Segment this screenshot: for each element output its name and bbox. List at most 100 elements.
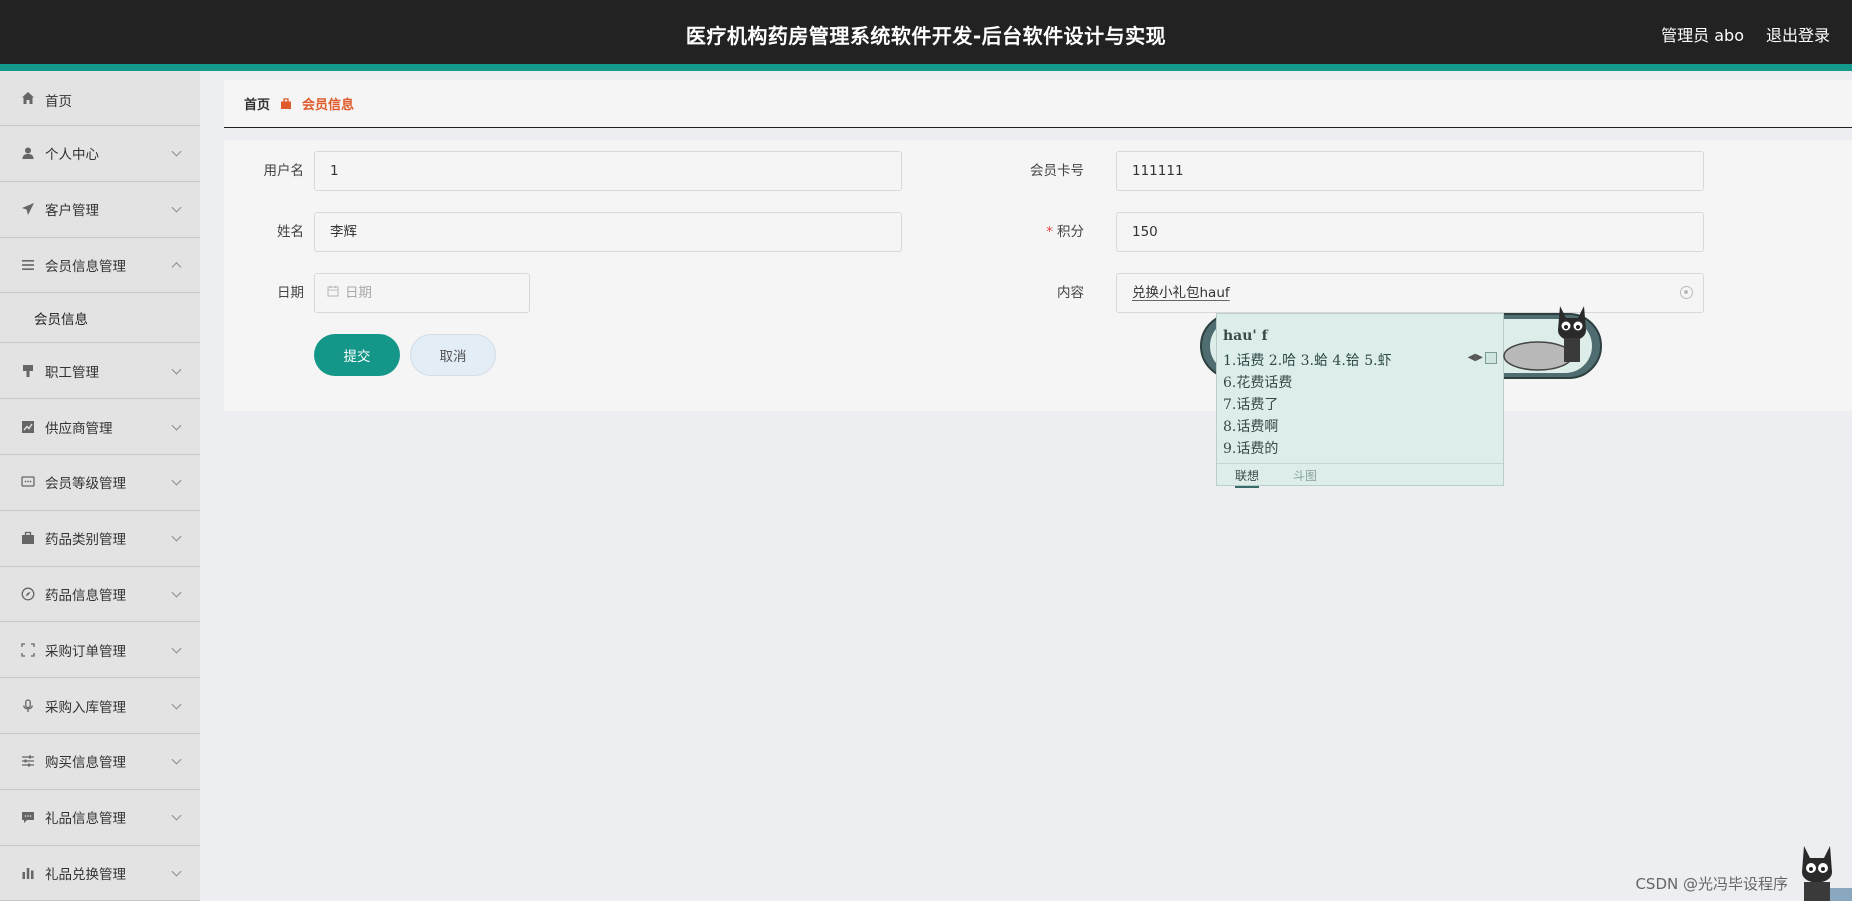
- breadcrumb-home[interactable]: 首页: [244, 94, 270, 113]
- message-icon: [20, 810, 35, 825]
- ime-tab-stickers[interactable]: 斗图: [1293, 467, 1317, 484]
- chevron-up-icon: [171, 262, 182, 273]
- breadcrumb: 首页 会员信息: [224, 80, 1852, 128]
- sidebar-item-gift-info[interactable]: 礼品信息管理: [0, 790, 200, 846]
- sidebar-item-label: 购买信息管理: [45, 755, 126, 772]
- sidebar-item-label: 客户管理: [45, 203, 99, 220]
- sidebar-item-supplier[interactable]: 供应商管理: [0, 399, 200, 455]
- ime-menu-icon[interactable]: [1485, 352, 1497, 364]
- app-title: 医疗机构药房管理系统软件开发-后台软件设计与实现: [685, 24, 1167, 48]
- chevron-down-icon: [171, 866, 182, 877]
- date-label: 日期: [277, 285, 304, 301]
- sidebar-item-label: 首页: [45, 94, 72, 110]
- chevron-down-icon: [171, 420, 182, 431]
- card-no-label: 会员卡号: [1030, 163, 1084, 179]
- chevron-down-icon: [171, 587, 182, 598]
- sidebar-item-label: 礼品信息管理: [45, 811, 126, 828]
- name-input[interactable]: 李辉: [314, 212, 902, 252]
- watermark: CSDN @光冯毕设程序: [1635, 875, 1788, 893]
- sidebar-subitem-label: 会员信息: [34, 311, 88, 328]
- required-mark: *: [1046, 224, 1053, 240]
- mic-icon: [20, 698, 35, 713]
- ime-tabs: 联想 斗图: [1217, 463, 1503, 488]
- ime-candidate[interactable]: 6.花费话费: [1223, 372, 1292, 392]
- username-input[interactable]: 1: [314, 151, 902, 191]
- sidebar-item-purchase-order[interactable]: 采购订单管理: [0, 622, 200, 679]
- sidebar-item-customer[interactable]: 客户管理: [0, 182, 200, 238]
- date-placeholder: 日期: [345, 285, 372, 301]
- briefcase-icon: [20, 531, 35, 546]
- ime-candidates-row[interactable]: 1.话费 2.哈 3.蛤 4.铪 5.虾: [1223, 350, 1392, 370]
- briefcase-icon: [280, 97, 292, 110]
- member-form: 用户名 1 会员卡号 111111 姓名 李辉 * 积分 150 日期 日期 内容…: [224, 140, 1852, 411]
- sidebar-item-label: 礼品兑换管理: [45, 866, 126, 883]
- current-user: 管理员 abo: [1661, 26, 1744, 45]
- chart-line-icon: [20, 419, 35, 434]
- date-picker[interactable]: 日期: [314, 273, 530, 313]
- user-icon: [20, 146, 35, 161]
- chevron-down-icon: [171, 531, 182, 542]
- send-icon: [20, 202, 35, 217]
- sidebar-item-label: 会员等级管理: [45, 476, 126, 493]
- ime-candidate[interactable]: 9.话费的: [1223, 438, 1278, 458]
- ime-tab-association[interactable]: 联想: [1235, 467, 1260, 488]
- sidebar-item-personal-center[interactable]: 个人中心: [0, 126, 200, 182]
- points-input[interactable]: 150: [1116, 212, 1704, 252]
- list-icon: [20, 257, 35, 272]
- content-value: 兑换小礼包hauf: [1132, 285, 1230, 301]
- cancel-button[interactable]: 取消: [410, 334, 496, 376]
- sidebar-item-purchase-inbound[interactable]: 采购入库管理: [0, 678, 200, 734]
- sidebar-item-label: 药品类别管理: [45, 532, 126, 549]
- sidebar: 首页 个人中心 客户管理 会员信息管理 会员信息 职工管理 供应商管理 会员等级…: [0, 71, 200, 901]
- breadcrumb-current: 会员信息: [302, 98, 355, 113]
- sidebar-item-member-level[interactable]: 会员等级管理: [0, 455, 200, 511]
- chevron-down-icon: [171, 147, 182, 157]
- sidebar-item-label: 采购订单管理: [45, 643, 126, 660]
- ime-candidate[interactable]: 8.话费啊: [1223, 416, 1278, 436]
- sidebar-item-home[interactable]: 首页: [0, 71, 200, 126]
- sidebar-item-gift-exchange[interactable]: 礼品兑换管理: [0, 846, 200, 901]
- name-label: 姓名: [277, 224, 304, 240]
- calendar-icon: [327, 274, 339, 312]
- sidebar-item-drug-info[interactable]: 药品信息管理: [0, 567, 200, 623]
- logout-link[interactable]: 退出登录: [1766, 22, 1830, 46]
- cat-mascot-icon: [1503, 306, 1586, 371]
- ime-candidate-panel: hau' f 1.话费 2.哈 3.蛤 4.铪 5.虾 ◀▶ 6.花费话费 7.…: [1216, 313, 1504, 488]
- sidebar-item-label: 药品信息管理: [45, 587, 126, 604]
- submit-button[interactable]: 提交: [314, 334, 400, 376]
- ime-candidate[interactable]: 7.话费了: [1223, 394, 1278, 414]
- home-icon: [20, 90, 35, 105]
- ime-composition: hau' f: [1223, 328, 1268, 344]
- sidebar-item-drug-category[interactable]: 药品类别管理: [0, 511, 200, 567]
- top-header: 医疗机构药房管理系统软件开发-后台软件设计与实现 管理员 abo 退出登录: [0, 0, 1852, 71]
- clear-icon[interactable]: [1680, 286, 1693, 299]
- chevron-down-icon: [171, 810, 182, 821]
- sidebar-item-label: 供应商管理: [45, 420, 113, 437]
- sliders-icon: [20, 754, 35, 769]
- sidebar-item-label: 个人中心: [45, 147, 99, 164]
- chevron-down-icon: [171, 755, 182, 765]
- username-label: 用户名: [263, 163, 305, 179]
- points-label-text: 积分: [1057, 224, 1084, 240]
- sidebar-subitem-member-info[interactable]: 会员信息: [0, 293, 200, 344]
- chevron-down-icon: [171, 202, 182, 213]
- chevron-down-icon: [171, 364, 182, 375]
- content-input[interactable]: 兑换小礼包hauf: [1116, 273, 1704, 313]
- chevron-down-icon: [171, 643, 182, 654]
- content-label: 内容: [1057, 285, 1084, 301]
- chevron-down-icon: [171, 699, 182, 710]
- scan-icon: [20, 642, 35, 657]
- sidebar-item-staff[interactable]: 职工管理: [0, 343, 200, 400]
- card-no-input[interactable]: 111111: [1116, 151, 1704, 191]
- page-arrows-icon[interactable]: ◀▶: [1468, 352, 1483, 363]
- sidebar-item-purchase-info[interactable]: 购买信息管理: [0, 734, 200, 790]
- chevron-down-icon: [171, 476, 182, 486]
- bar-chart-icon: [20, 865, 35, 880]
- compass-icon: [20, 586, 35, 601]
- sidebar-item-label: 采购入库管理: [45, 699, 126, 716]
- points-label: * 积分: [1004, 212, 1084, 252]
- sidebar-item-member-info-mgmt[interactable]: 会员信息管理: [0, 238, 200, 294]
- cat-mascot-corner-icon: [1802, 846, 1852, 901]
- sidebar-item-label: 会员信息管理: [45, 258, 126, 275]
- stamp-icon: [20, 363, 35, 378]
